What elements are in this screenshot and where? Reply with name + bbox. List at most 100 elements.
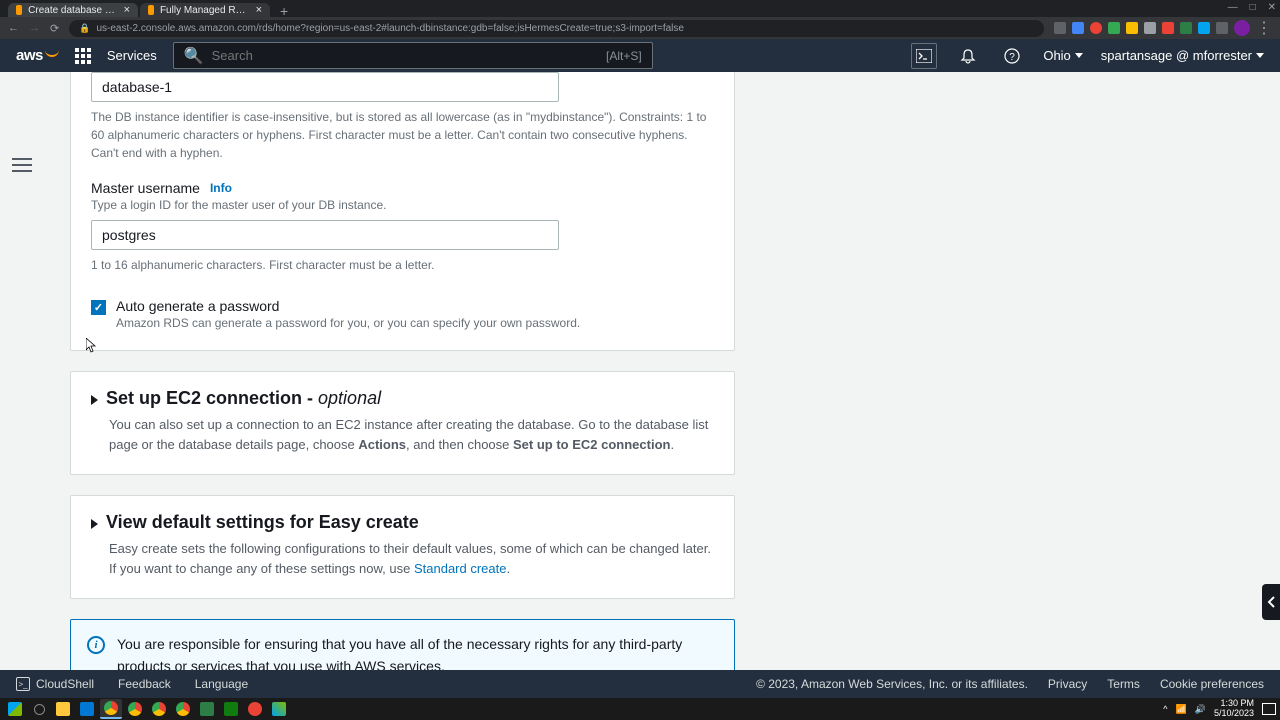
checkmark-icon: ✓ bbox=[94, 301, 103, 314]
url-text: us-east-2.console.aws.amazon.com/rds/hom… bbox=[96, 23, 684, 34]
auto-generate-password-desc: Amazon RDS can generate a password for y… bbox=[116, 316, 580, 330]
window-minimize-icon[interactable]: — bbox=[1228, 2, 1238, 13]
taskbar-app[interactable] bbox=[172, 699, 194, 719]
notifications-icon[interactable] bbox=[955, 43, 981, 69]
account-selector[interactable]: spartansage @ mforrester bbox=[1101, 48, 1264, 63]
tray-network-icon[interactable]: 📶 bbox=[1176, 704, 1187, 715]
reload-button[interactable]: ⟳ bbox=[50, 22, 59, 35]
cloudshell-button[interactable]: >_ CloudShell bbox=[16, 677, 94, 691]
windows-taskbar: ^ 📶 🔊 1:30 PM 5/10/2023 bbox=[0, 698, 1280, 720]
taskbar-clock[interactable]: 1:30 PM 5/10/2023 bbox=[1214, 699, 1254, 719]
browser-tab-2[interactable]: Fully Managed Relational Datab... × bbox=[140, 3, 270, 17]
feedback-link[interactable]: Feedback bbox=[118, 677, 171, 691]
close-icon[interactable]: × bbox=[256, 4, 262, 16]
responsibility-notice: i You are responsible for ensuring that … bbox=[70, 619, 735, 670]
db-identifier-help: The DB instance identifier is case-insen… bbox=[91, 108, 714, 162]
terms-link[interactable]: Terms bbox=[1107, 677, 1140, 691]
browser-toolbar: ← → ⟳ 🔒 us-east-2.console.aws.amazon.com… bbox=[0, 17, 1280, 39]
aws-logo[interactable]: aws bbox=[16, 47, 59, 64]
ec2-connection-panel: Set up EC2 connection - optional You can… bbox=[70, 371, 735, 475]
settings-panel: The DB instance identifier is case-insen… bbox=[70, 72, 735, 351]
help-icon[interactable]: ? bbox=[999, 43, 1025, 69]
taskbar-app[interactable] bbox=[268, 699, 290, 719]
aws-global-nav: aws Services 🔍 [Alt+S] ? Ohio spartansag… bbox=[0, 39, 1280, 72]
region-selector[interactable]: Ohio bbox=[1043, 48, 1082, 63]
close-icon[interactable]: × bbox=[124, 4, 130, 16]
back-button[interactable]: ← bbox=[8, 22, 19, 34]
region-label: Ohio bbox=[1043, 48, 1070, 63]
taskbar-app[interactable] bbox=[124, 699, 146, 719]
window-close-icon[interactable]: ✕ bbox=[1268, 2, 1276, 13]
cloudshell-icon: >_ bbox=[16, 677, 30, 691]
search-shortcut-hint: [Alt+S] bbox=[606, 49, 642, 63]
extension-icon[interactable] bbox=[1198, 22, 1210, 34]
ec2-optional: optional bbox=[318, 388, 381, 408]
browser-tab-1[interactable]: Create database - RDS Manag... × bbox=[8, 3, 138, 17]
defaults-title: View default settings for Easy create bbox=[106, 512, 419, 533]
taskbar-app[interactable] bbox=[148, 699, 170, 719]
extension-icon[interactable] bbox=[1216, 22, 1228, 34]
notice-text: You are responsible for ensuring that yo… bbox=[117, 634, 718, 670]
tab-favicon-icon bbox=[148, 5, 154, 15]
tab-favicon-icon bbox=[16, 5, 22, 15]
tab-title: Fully Managed Relational Datab... bbox=[160, 5, 250, 16]
ec2-expand-toggle[interactable]: Set up EC2 connection - optional bbox=[91, 388, 714, 409]
cloudshell-icon[interactable] bbox=[911, 43, 937, 69]
window-maximize-icon[interactable]: □ bbox=[1250, 2, 1256, 13]
taskbar-app[interactable] bbox=[196, 699, 218, 719]
auto-generate-password-checkbox[interactable]: ✓ bbox=[91, 300, 106, 315]
ec2-description: You can also set up a connection to an E… bbox=[109, 415, 714, 454]
taskbar-app[interactable] bbox=[220, 699, 242, 719]
svg-text:?: ? bbox=[1010, 52, 1016, 63]
taskbar-explorer[interactable] bbox=[52, 699, 74, 719]
extension-icon[interactable] bbox=[1108, 22, 1120, 34]
browser-tab-strip: Create database - RDS Manag... × Fully M… bbox=[0, 0, 1280, 17]
extension-icons: ⋮ bbox=[1054, 18, 1272, 38]
services-grid-icon[interactable] bbox=[75, 48, 91, 64]
cookie-link[interactable]: Cookie preferences bbox=[1160, 677, 1264, 691]
extension-icon[interactable] bbox=[1144, 22, 1156, 34]
master-username-label: Master username bbox=[91, 180, 200, 196]
standard-create-link[interactable]: Standard create bbox=[414, 561, 507, 576]
profile-icon[interactable] bbox=[1234, 20, 1250, 36]
chevron-down-icon bbox=[1075, 53, 1083, 58]
taskbar-app[interactable] bbox=[244, 699, 266, 719]
tab-title: Create database - RDS Manag... bbox=[28, 5, 117, 16]
services-menu[interactable]: Services bbox=[107, 48, 157, 63]
info-icon: i bbox=[87, 636, 105, 654]
address-bar[interactable]: 🔒 us-east-2.console.aws.amazon.com/rds/h… bbox=[69, 20, 1044, 37]
start-button[interactable] bbox=[4, 699, 26, 719]
extension-icon[interactable] bbox=[1162, 22, 1174, 34]
defaults-expand-toggle[interactable]: View default settings for Easy create bbox=[91, 512, 714, 533]
extension-icon[interactable] bbox=[1072, 22, 1084, 34]
info-link[interactable]: Info bbox=[210, 181, 232, 195]
search-input[interactable] bbox=[212, 48, 598, 63]
extension-icon[interactable] bbox=[1126, 22, 1138, 34]
extension-icon[interactable] bbox=[1180, 22, 1192, 34]
taskbar-chrome[interactable] bbox=[100, 699, 122, 719]
language-link[interactable]: Language bbox=[195, 677, 248, 691]
help-panel-toggle[interactable] bbox=[1262, 584, 1280, 620]
db-identifier-input[interactable] bbox=[91, 72, 559, 102]
extension-icon[interactable] bbox=[1054, 22, 1066, 34]
notification-center-icon[interactable] bbox=[1262, 703, 1276, 715]
master-username-desc: Type a login ID for the master user of y… bbox=[91, 198, 714, 212]
global-search[interactable]: 🔍 [Alt+S] bbox=[173, 42, 653, 69]
chevron-right-icon bbox=[91, 395, 98, 405]
chevron-right-icon bbox=[91, 519, 98, 529]
taskbar-search[interactable] bbox=[28, 699, 50, 719]
menu-icon[interactable]: ⋮ bbox=[1256, 18, 1272, 38]
taskbar-app[interactable] bbox=[76, 699, 98, 719]
ec2-title: Set up EC2 connection - bbox=[106, 388, 318, 408]
forward-button[interactable]: → bbox=[29, 22, 40, 34]
master-username-help: 1 to 16 alphanumeric characters. First c… bbox=[91, 256, 714, 274]
sidebar-toggle[interactable] bbox=[12, 154, 32, 176]
chevron-down-icon bbox=[1256, 53, 1264, 58]
extension-icon[interactable] bbox=[1090, 22, 1102, 34]
master-username-input[interactable] bbox=[91, 220, 559, 250]
new-tab-button[interactable]: + bbox=[272, 3, 296, 17]
tray-volume-icon[interactable]: 🔊 bbox=[1195, 704, 1206, 715]
aws-footer: >_ CloudShell Feedback Language © 2023, … bbox=[0, 670, 1280, 698]
tray-chevron-icon[interactable]: ^ bbox=[1163, 704, 1167, 714]
privacy-link[interactable]: Privacy bbox=[1048, 677, 1087, 691]
